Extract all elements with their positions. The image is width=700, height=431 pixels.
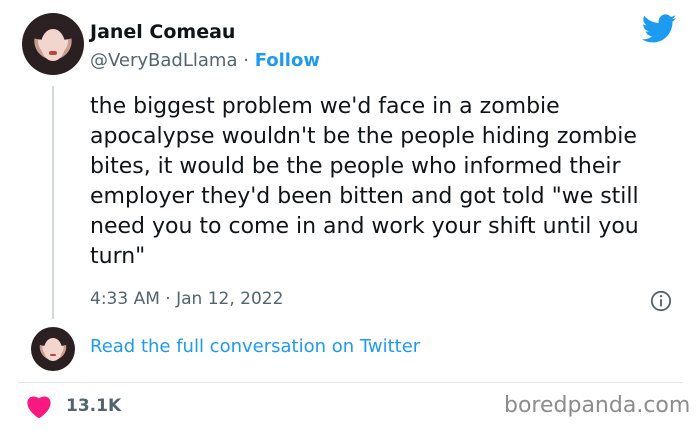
divider: [18, 382, 682, 383]
tweet-timestamp[interactable]: 4:33 AM · Jan 12, 2022: [90, 289, 283, 309]
author-handle-row: @VeryBadLlama · Follow: [90, 50, 320, 71]
separator: ·: [243, 50, 249, 71]
info-icon[interactable]: [650, 290, 672, 312]
tweet-text: the biggest problem we'd face in a zombi…: [90, 94, 639, 269]
author-handle[interactable]: @VeryBadLlama: [90, 50, 237, 71]
twitter-bird-icon[interactable]: [642, 14, 677, 44]
read-conversation-link[interactable]: Read the full conversation on Twitter: [90, 336, 420, 357]
author-avatar-small[interactable]: [31, 327, 75, 371]
watermark: boredpanda.com: [504, 393, 691, 418]
thread-line: [52, 86, 54, 319]
follow-button[interactable]: Follow: [255, 50, 320, 71]
author-name[interactable]: Janel Comeau: [90, 21, 235, 43]
heart-icon[interactable]: [25, 393, 53, 419]
like-count[interactable]: 13.1K: [66, 396, 121, 416]
author-avatar[interactable]: [22, 13, 84, 75]
